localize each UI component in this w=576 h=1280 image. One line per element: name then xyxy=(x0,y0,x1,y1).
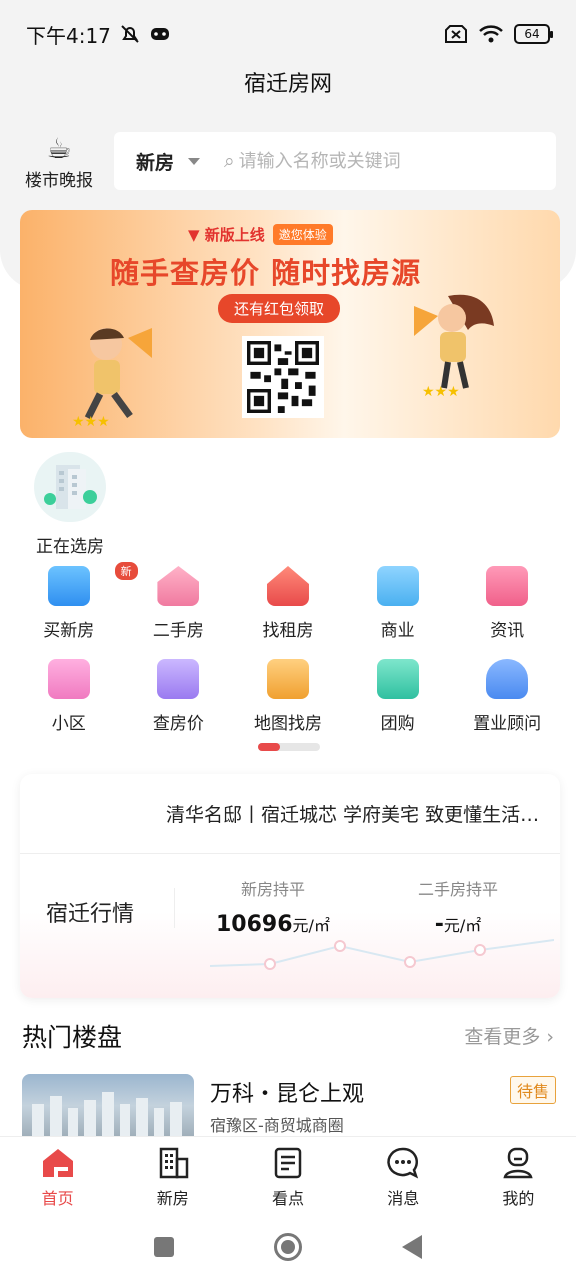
listing-area: 宿豫区-商贸城商圈 xyxy=(210,1116,344,1135)
trend-line-decoration xyxy=(210,939,554,970)
status-bar: 下午4:17 64 xyxy=(0,0,576,68)
market-card[interactable]: 清华名邸丨宿迁城芯 学府美宅 致更懂生活的你 宿迁行情 新房持平 10696元/… xyxy=(20,774,560,998)
market-news-ticker[interactable]: 清华名邸丨宿迁城芯 学府美宅 致更懂生活的你 xyxy=(20,774,560,854)
group-buy-icon xyxy=(376,659,419,699)
svg-text:★★★: ★★★ xyxy=(72,414,110,428)
listing-photo xyxy=(22,1074,194,1138)
sim-missing-icon xyxy=(445,25,467,43)
rent-house-icon xyxy=(266,566,309,606)
see-more-link[interactable]: 查看更多 › xyxy=(464,1022,554,1049)
map-search-icon xyxy=(266,659,309,699)
category-commercial[interactable]: 商业 xyxy=(343,566,453,641)
banner-try-tag: 邀您体验 xyxy=(272,224,333,245)
house-type-select[interactable]: 新房 xyxy=(136,148,174,175)
category-rent[interactable]: 找租房 xyxy=(233,566,343,641)
hot-section-title: 热门楼盘 xyxy=(22,1023,123,1052)
recents-button[interactable] xyxy=(154,1237,174,1257)
search-bar: 新房 ⌕ xyxy=(114,132,556,190)
commercial-building-icon xyxy=(376,566,419,606)
selecting-house-entry[interactable]: 正在选房 xyxy=(28,452,112,557)
page-title: 宿迁房网 xyxy=(243,72,332,97)
svg-text:★★★: ★★★ xyxy=(422,384,460,398)
new-house-icon xyxy=(47,566,90,606)
category-community[interactable]: 小区 xyxy=(14,659,124,734)
tab-messages[interactable]: 消息 xyxy=(346,1137,461,1214)
category-buy-new-house[interactable]: 新 买新房 xyxy=(14,562,138,641)
listing-name: 万科・昆仑上观 xyxy=(210,1082,365,1107)
banner-new-tag: ▼ 新版上线 xyxy=(188,226,265,244)
price-check-icon xyxy=(157,659,200,699)
category-price-check[interactable]: 查房价 xyxy=(124,659,234,734)
message-icon xyxy=(387,1147,419,1179)
system-nav-bar xyxy=(0,1214,576,1280)
new-house-price: 新房持平 10696元/㎡ xyxy=(216,880,330,937)
profile-icon xyxy=(503,1147,534,1179)
search-icon: ⌕ xyxy=(224,150,235,172)
category-grid: 新 买新房 二手房 找租房 商业 资讯 小区 查房价 地图找房 团购 置业顾问 xyxy=(14,562,562,734)
evening-report-button[interactable]: ☕ 楼市晚报 xyxy=(20,132,98,192)
qr-code xyxy=(242,336,324,418)
chevron-right-icon: › xyxy=(546,1026,554,1048)
banner-red-packet-pill: 还有红包领取 xyxy=(218,294,341,323)
news-icon xyxy=(486,566,529,606)
selecting-label: 正在选房 xyxy=(36,537,104,557)
article-icon xyxy=(274,1147,302,1179)
promo-banner[interactable]: ▼ 新版上线 邀您体验 随手查房价 随时找房源 还有红包领取 ★★★ ★★★ xyxy=(20,210,560,438)
second-hand-house-icon xyxy=(157,566,200,606)
divider xyxy=(174,888,175,928)
tab-new-house[interactable]: 新房 xyxy=(115,1137,230,1214)
home-icon xyxy=(42,1149,73,1177)
status-time: 下午4:17 xyxy=(26,23,111,48)
tab-profile[interactable]: 我的 xyxy=(461,1137,576,1214)
page-indicator xyxy=(258,743,320,751)
category-news[interactable]: 资讯 xyxy=(452,566,562,641)
market-title: 宿迁行情 xyxy=(46,902,135,927)
bell-muted-icon xyxy=(121,25,139,43)
caret-down-icon[interactable] xyxy=(188,157,201,165)
cartoon-boy-illustration: ★★★ xyxy=(72,328,152,428)
search-input[interactable] xyxy=(238,150,499,172)
wifi-icon xyxy=(479,25,503,43)
banner-headline: 随手查房价 随时找房源 xyxy=(110,256,422,290)
battery-icon: 64 xyxy=(514,24,553,44)
gamepad-icon xyxy=(150,28,169,40)
category-advisor[interactable]: 置业顾问 xyxy=(452,659,562,734)
home-button[interactable] xyxy=(274,1233,302,1261)
evening-report-label: 楼市晚报 xyxy=(25,171,93,191)
advisor-icon xyxy=(486,659,529,699)
community-icon xyxy=(47,659,90,699)
status-badge: 待售 xyxy=(509,1076,556,1104)
coffee-cup-icon: ☕ xyxy=(46,132,72,165)
bottom-tab-bar: 首页 新房 看点 消息 我的 xyxy=(0,1136,576,1214)
category-second-hand[interactable]: 二手房 xyxy=(124,566,234,641)
building-icon xyxy=(159,1147,189,1179)
category-group-buy[interactable]: 团购 xyxy=(343,659,453,734)
back-button[interactable] xyxy=(402,1235,422,1259)
cartoon-girl-illustration: ★★★ xyxy=(414,294,494,398)
listing-item[interactable]: 万科・昆仑上观 宿豫区-商贸城商圈 待售 xyxy=(22,1074,556,1138)
second-house-price: 二手房持平 -元/㎡ xyxy=(418,880,499,937)
tab-home[interactable]: 首页 xyxy=(0,1137,115,1214)
building-icon xyxy=(34,452,106,522)
category-map-search[interactable]: 地图找房 xyxy=(233,659,343,734)
tab-highlights[interactable]: 看点 xyxy=(230,1137,345,1214)
